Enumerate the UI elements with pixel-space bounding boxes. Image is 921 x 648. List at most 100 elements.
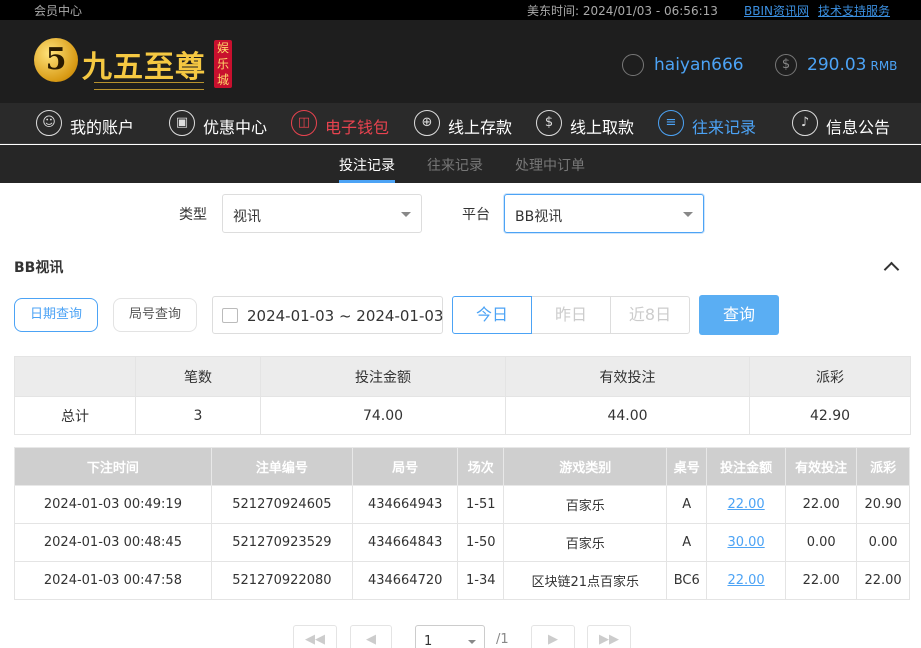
bet-records-table: 下注时间 注单编号 局号 场次 游戏类别 桌号 投注金额 有效投注 派彩 202…	[14, 447, 910, 600]
summary-header: 派彩	[749, 356, 911, 397]
summary-cell: 42.90	[749, 396, 911, 435]
table-cell: 22.00	[856, 561, 910, 600]
summary-table: 笔数 投注金额 有效投注 派彩 总计 3 74.00 44.00 42.90	[14, 356, 911, 435]
table-cell: 2024-01-03 00:49:19	[14, 485, 212, 524]
wallet-icon: ◫	[291, 110, 317, 136]
chevron-up-icon[interactable]	[884, 260, 898, 274]
nav-label: 优惠中心	[203, 118, 268, 137]
time-value: 2024/01/03 - 06:56:13	[582, 4, 718, 18]
table-cell: 2024-01-03 00:47:58	[14, 561, 212, 600]
summary-cell: 74.00	[260, 396, 506, 435]
table-cell: 1-50	[457, 523, 505, 562]
summary-header: 笔数	[135, 356, 261, 397]
column-header: 局号	[351, 447, 459, 486]
logo-name: 九五至尊	[82, 50, 206, 85]
round-query-button[interactable]: 局号查询	[113, 298, 197, 332]
eastern-time: 美东时间: 2024/01/03 - 06:56:13	[527, 2, 718, 19]
table-cell: 434664720	[351, 561, 459, 600]
bbin-news-link[interactable]: BBIN资讯网	[744, 2, 809, 19]
logo-stamp: 娱乐城	[214, 40, 232, 88]
type-value: 视讯	[233, 209, 261, 225]
column-header: 派彩	[856, 447, 910, 486]
table-cell: A	[666, 523, 708, 562]
next-page-button[interactable]: ▶	[531, 625, 575, 648]
column-header: 注单编号	[210, 447, 353, 486]
summary-header: 有效投注	[505, 356, 750, 397]
nav-label: 线上取款	[570, 118, 635, 137]
date-range-input[interactable]: 2024-01-03 ~ 2024-01-03	[212, 296, 443, 334]
table-cell: 22.00	[706, 561, 787, 600]
header: 5 九五至尊 娱乐城 haiyan666 $ 290.03 RMB	[0, 20, 921, 103]
type-select[interactable]: 视讯	[222, 194, 422, 233]
table-cell: 1-34	[457, 561, 505, 600]
summary-row: 总计 3 74.00 44.00 42.90	[14, 396, 911, 435]
last-page-button[interactable]: ▶▶	[587, 625, 631, 648]
table-cell: 0.00	[856, 523, 910, 562]
bet-amount-link[interactable]: 22.00	[727, 497, 764, 512]
summary-cell: 44.00	[505, 396, 750, 435]
first-page-button[interactable]: ◀◀	[293, 625, 337, 648]
nav-label: 线上存款	[448, 118, 513, 137]
bet-amount-link[interactable]: 22.00	[727, 573, 764, 588]
summary-header	[14, 356, 136, 397]
platform-value: BB视讯	[515, 209, 563, 225]
top-bar: 会员中心 美东时间: 2024/01/03 - 06:56:13 BBIN资讯网…	[0, 0, 921, 20]
records-icon: ≡	[658, 110, 684, 136]
table-cell: 20.90	[856, 485, 910, 524]
column-header: 场次	[457, 447, 505, 486]
deposit-icon: ⊕	[414, 110, 440, 136]
type-label: 类型	[179, 207, 207, 223]
today-button[interactable]: 今日	[452, 296, 532, 334]
logo[interactable]: 5 九五至尊 娱乐城	[34, 38, 234, 92]
username: haiyan666	[654, 55, 744, 75]
table-cell: A	[666, 485, 708, 524]
gift-icon: ▣	[169, 110, 195, 136]
table-cell: 百家乐	[503, 523, 668, 562]
search-button[interactable]: 查询	[699, 295, 779, 335]
table-cell: 0.00	[785, 523, 858, 562]
column-header: 桌号	[666, 447, 708, 486]
summary-cell: 3	[135, 396, 261, 435]
logo-ornament	[94, 82, 204, 90]
user-icon: ☺	[36, 110, 62, 136]
section-title: BB视讯	[14, 260, 64, 276]
platform-select[interactable]: BB视讯	[504, 194, 704, 233]
chevron-down-icon	[468, 640, 476, 644]
page-select[interactable]: 1	[415, 625, 485, 648]
tab-bet-records[interactable]: 投注记录	[339, 155, 395, 175]
table-row: 2024-01-03 00:49:19 521270924605 4346649…	[14, 485, 910, 524]
withdraw-icon: $	[536, 110, 562, 136]
summary-cell: 总计	[14, 396, 136, 435]
nav-label: 我的账户	[70, 118, 135, 137]
page-total: /1	[496, 632, 509, 647]
table-cell: 521270924605	[210, 485, 353, 524]
table-header-row: 下注时间 注单编号 局号 场次 游戏类别 桌号 投注金额 有效投注 派彩	[14, 447, 910, 486]
table-row: 2024-01-03 00:48:45 521270923529 4346648…	[14, 523, 910, 562]
column-header: 有效投注	[785, 447, 858, 486]
tab-transactions[interactable]: 往来记录	[427, 155, 483, 175]
balance: 290.03 RMB	[807, 55, 897, 75]
summary-header-row: 笔数 投注金额 有效投注 派彩	[14, 356, 911, 397]
main-nav: ☺ 我的账户 ▣ 优惠中心 ◫ 电子钱包 ⊕ 线上存款 $ 线上取款 ≡ 往来记…	[0, 103, 921, 144]
chevron-down-icon	[683, 212, 693, 217]
support-link[interactable]: 技术支持服务	[818, 2, 890, 19]
yesterday-button[interactable]: 昨日	[531, 296, 611, 334]
bell-icon: ♪	[792, 110, 818, 136]
column-header: 投注金额	[706, 447, 787, 486]
active-tab-indicator	[339, 180, 395, 183]
nav-label: 往来记录	[692, 118, 757, 137]
logo-coin-icon: 5	[34, 38, 78, 82]
table-cell: 2024-01-03 00:48:45	[14, 523, 212, 562]
prev-page-button[interactable]: ◀	[350, 625, 392, 648]
date-query-button[interactable]: 日期查询	[14, 298, 98, 332]
calendar-icon	[222, 308, 238, 323]
date-range-value: 2024-01-03 ~ 2024-01-03	[247, 307, 444, 325]
platform-label: 平台	[462, 207, 490, 223]
member-center-label: 会员中心	[34, 4, 83, 18]
nav-label: 电子钱包	[325, 118, 390, 137]
last-8-days-button[interactable]: 近8日	[610, 296, 690, 334]
table-cell: 521270922080	[210, 561, 353, 600]
tab-pending-orders[interactable]: 处理中订单	[515, 155, 585, 175]
time-label: 美东时间:	[527, 4, 580, 18]
bet-amount-link[interactable]: 30.00	[727, 535, 764, 550]
